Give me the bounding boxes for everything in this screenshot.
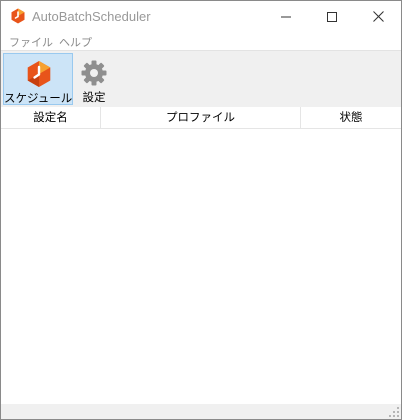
menu-help[interactable]: ヘルプ <box>59 34 92 50</box>
column-header-profile[interactable]: プロファイル <box>101 107 301 128</box>
menu-file[interactable]: ファイル <box>9 34 53 50</box>
schedule-label: スケジュール <box>4 91 73 105</box>
minimize-button[interactable] <box>263 1 309 32</box>
minimize-icon <box>281 16 291 17</box>
app-window: AutoBatchScheduler ファイル ヘルプ スケジュール 設定 設定… <box>0 0 402 420</box>
column-header-name[interactable]: 設定名 <box>1 107 101 128</box>
gear-icon <box>81 60 107 86</box>
status-bar <box>1 404 401 419</box>
title-bar[interactable]: AutoBatchScheduler <box>1 1 401 32</box>
toolbar: スケジュール 設定 <box>1 50 401 108</box>
list-header: 設定名 プロファイル 状態 <box>1 107 401 129</box>
schedule-clock-icon <box>27 61 51 87</box>
settings-button[interactable]: 設定 <box>77 53 111 105</box>
close-icon <box>372 11 384 22</box>
column-header-status[interactable]: 状態 <box>301 107 401 128</box>
app-icon <box>11 8 25 24</box>
schedule-list[interactable]: 設定名 プロファイル 状態 <box>1 107 401 404</box>
resize-grip-icon[interactable] <box>389 407 399 417</box>
maximize-icon <box>327 11 337 22</box>
schedule-button[interactable]: スケジュール <box>3 53 73 105</box>
settings-label: 設定 <box>82 90 106 104</box>
maximize-button[interactable] <box>309 1 355 32</box>
close-button[interactable] <box>355 1 401 32</box>
window-title: AutoBatchScheduler <box>32 9 151 24</box>
menu-bar: ファイル ヘルプ <box>1 32 401 50</box>
